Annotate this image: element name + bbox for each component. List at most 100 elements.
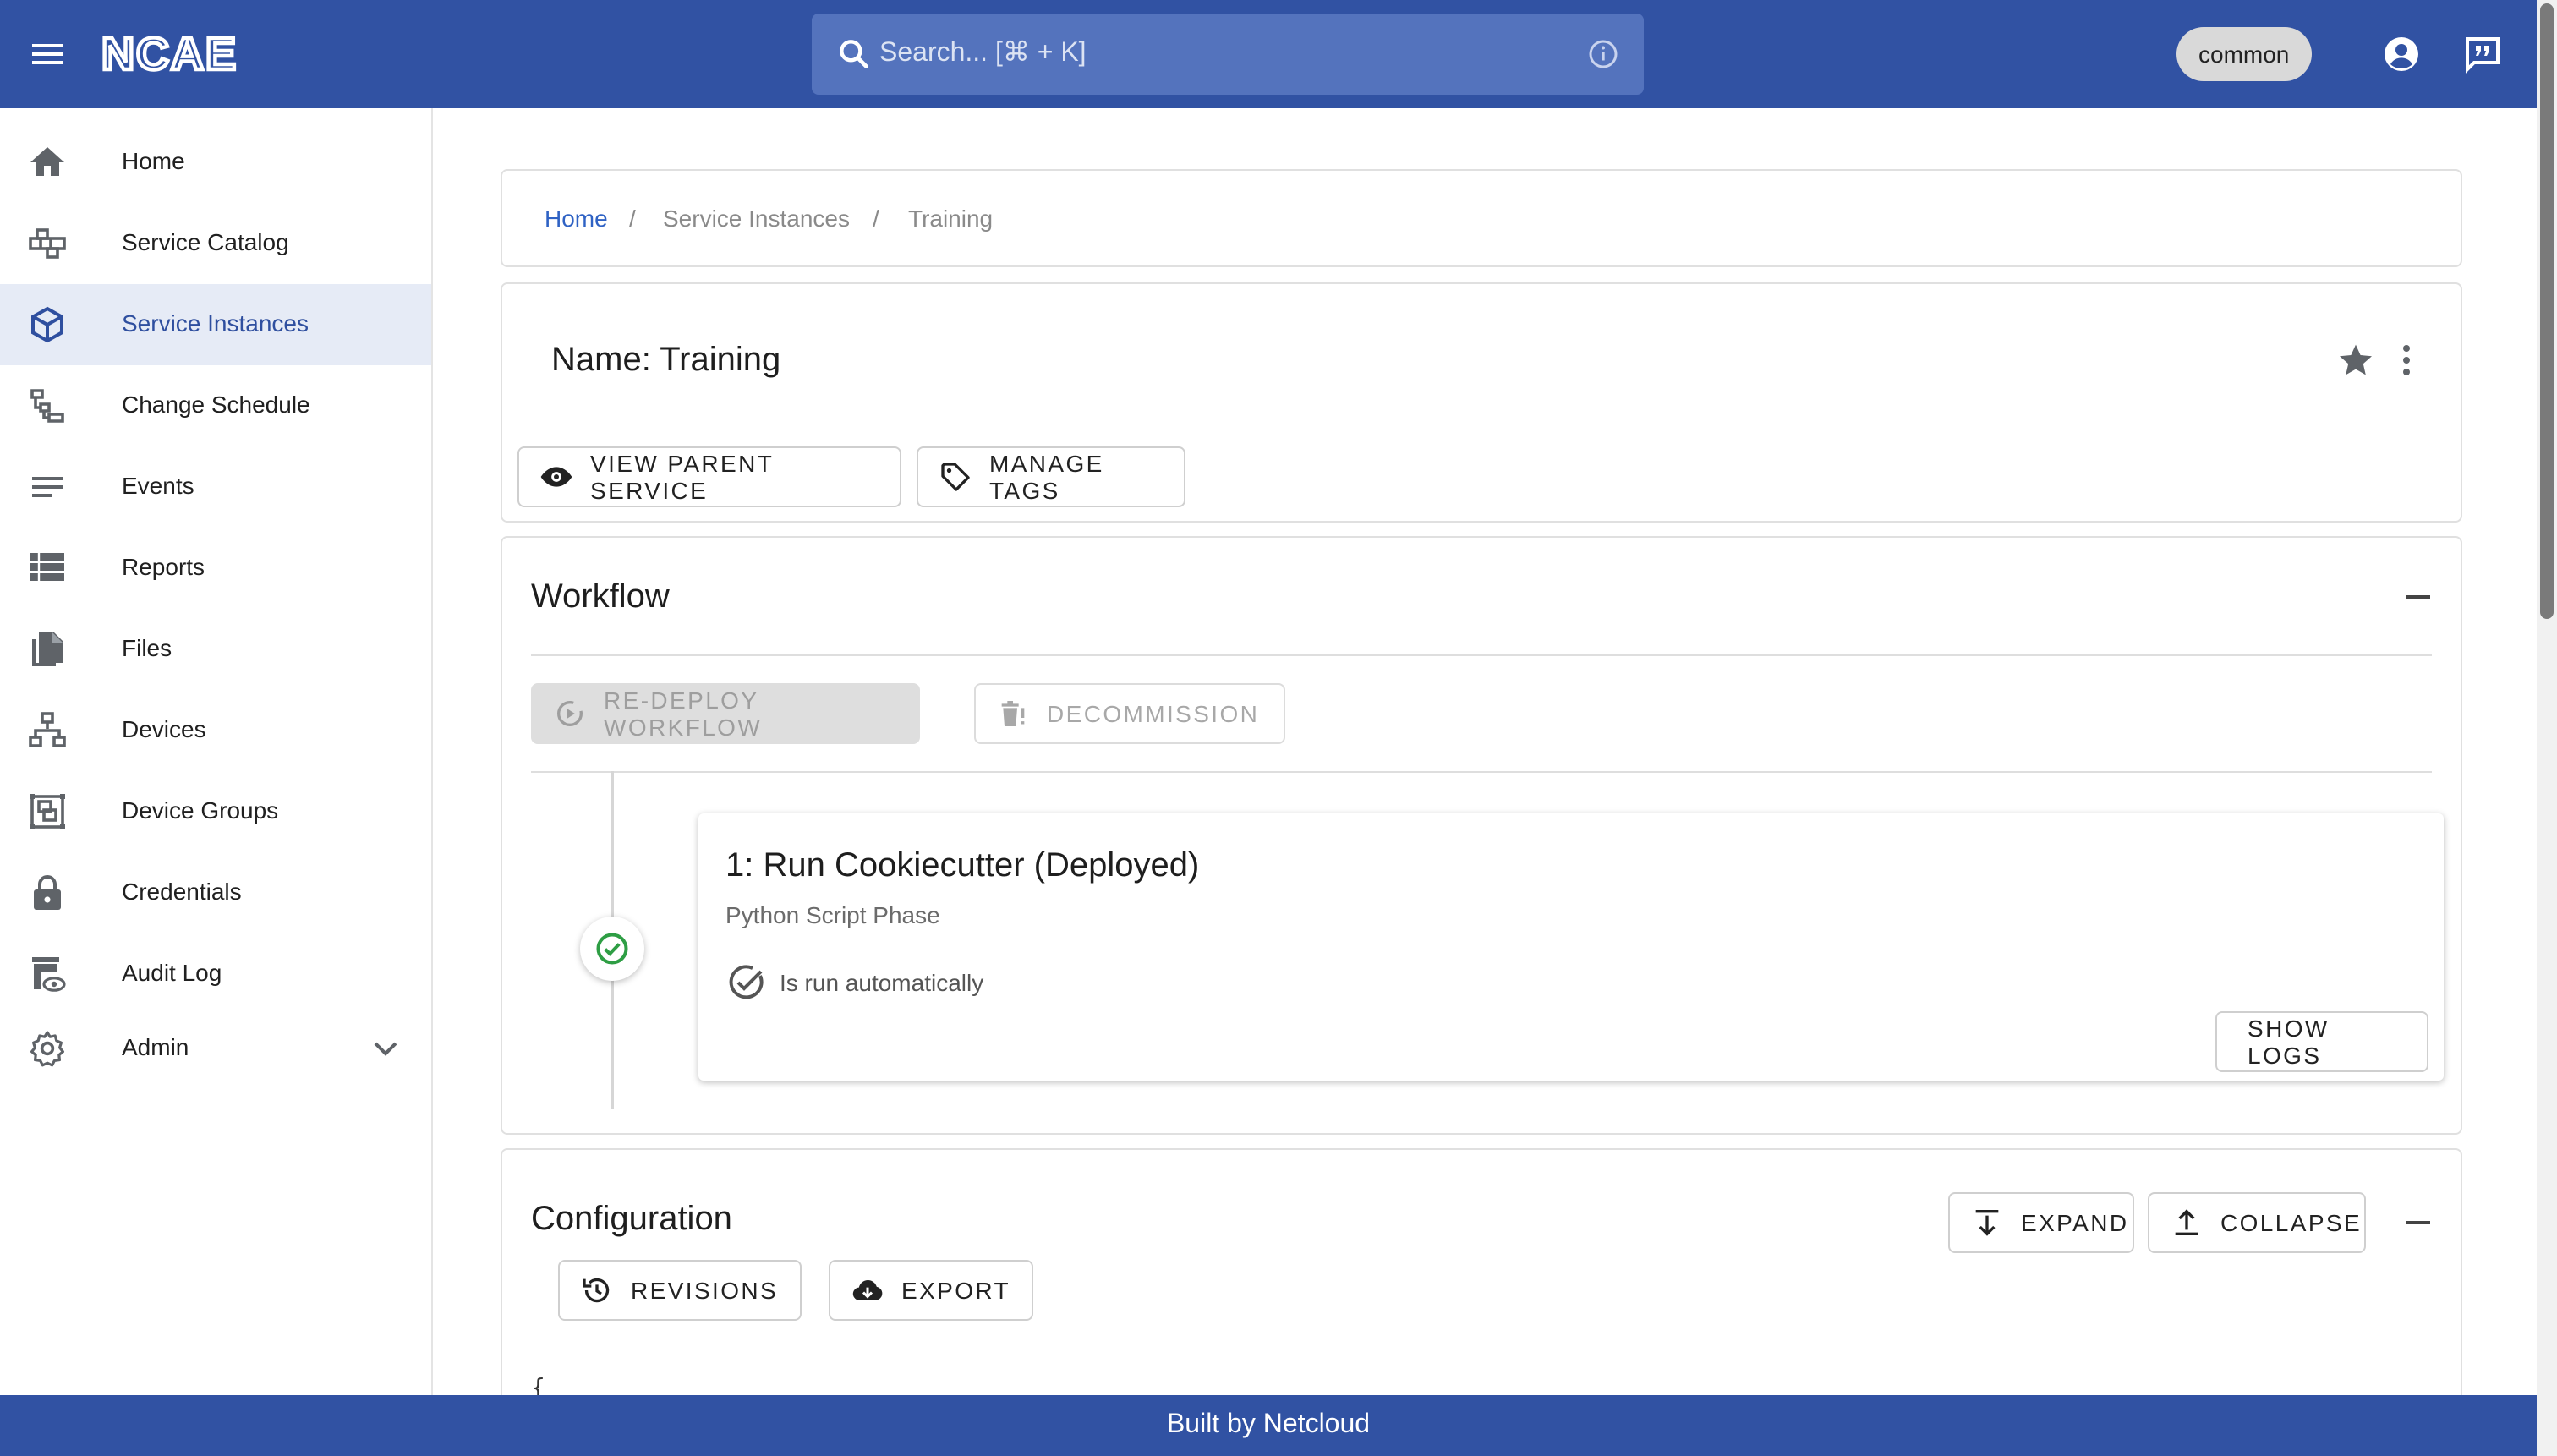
sidebar-item-files[interactable]: Files [0, 609, 431, 690]
search-input[interactable] [879, 14, 1522, 95]
account-circle-icon[interactable] [2381, 34, 2422, 74]
export-button[interactable]: EXPORT [829, 1260, 1033, 1321]
phase-type: Python Script Phase [725, 901, 940, 928]
catalog-icon [29, 228, 66, 259]
sidebar-item-home[interactable]: Home [0, 122, 431, 203]
redeploy-workflow-button[interactable]: RE-DEPLOY WORKFLOW [531, 683, 920, 744]
history-icon [583, 1278, 610, 1303]
breadcrumb-service-instances[interactable]: Service Instances [663, 205, 850, 232]
top-app-bar: NCAE common [0, 0, 2537, 108]
star-icon[interactable] [2335, 340, 2376, 380]
expand-all-icon [1975, 1210, 1999, 1236]
gear-icon [30, 1031, 64, 1067]
collapse-all-icon [2175, 1209, 2198, 1235]
sidebar-item-devices[interactable]: Devices [0, 690, 431, 771]
sidebar-item-label: Audit Log [122, 959, 222, 986]
divider [531, 771, 2432, 773]
sidebar-item-label: Events [122, 472, 194, 499]
page-title: Name: Training [551, 342, 781, 379]
lock-icon [34, 875, 61, 910]
redeploy-icon [557, 701, 583, 726]
sidebar: Home Service Catalog Service Instances C… [0, 108, 433, 1395]
feedback-icon[interactable] [2462, 34, 2503, 74]
footer: Built by Netcloud [0, 1395, 2537, 1456]
button-label: MANAGE TAGS [989, 450, 1104, 504]
sidebar-item-events[interactable]: Events [0, 446, 431, 528]
reports-icon [30, 553, 64, 581]
lines-icon [32, 477, 63, 497]
sidebar-item-credentials[interactable]: Credentials [0, 852, 431, 933]
breadcrumb: Home / Service Instances / Training [501, 169, 2462, 267]
cloud-download-icon [852, 1280, 883, 1300]
button-label: REVISIONS [631, 1277, 779, 1304]
workflow-phase-card: 1: Run Cookiecutter (Deployed) Python Sc… [698, 813, 2444, 1081]
chevron-down-icon[interactable] [365, 1028, 406, 1069]
sidebar-item-label: Reports [122, 553, 205, 580]
sidebar-item-label: Service Catalog [122, 228, 289, 255]
sidebar-item-reports[interactable]: Reports [0, 528, 431, 609]
sidebar-item-label: Service Instances [122, 309, 309, 337]
schedule-tree-icon [30, 389, 64, 423]
button-label: EXPAND [2021, 1209, 2129, 1236]
expand-button[interactable]: EXPAND [1948, 1192, 2134, 1253]
phase-status-dot [580, 917, 644, 981]
collapse-section-icon[interactable] [2398, 1202, 2439, 1243]
show-logs-button[interactable]: SHOW LOGS [2215, 1011, 2428, 1072]
collapse-button[interactable]: COLLAPSE [2148, 1192, 2366, 1253]
sidebar-item-label: Device Groups [122, 796, 279, 824]
view-parent-service-button[interactable]: VIEW PARENT SERVICE [517, 446, 901, 507]
phase-title: 1: Run Cookiecutter (Deployed) [725, 847, 1200, 884]
device-groups-icon [30, 794, 65, 829]
decommission-button[interactable]: DECOMMISSION [974, 683, 1285, 744]
files-icon [32, 632, 63, 666]
audit-log-icon [32, 957, 66, 992]
button-label: SHOW LOGS [2248, 1015, 2330, 1069]
search-bar[interactable] [812, 14, 1644, 95]
sidebar-item-change-schedule[interactable]: Change Schedule [0, 365, 431, 446]
sidebar-item-label: Files [122, 634, 172, 661]
sidebar-item-label: Home [122, 147, 185, 174]
more-vert-icon[interactable] [2386, 340, 2427, 380]
button-label: RE-DEPLOY WORKFLOW [604, 687, 763, 741]
sidebar-item-service-catalog[interactable]: Service Catalog [0, 203, 431, 284]
manage-tags-button[interactable]: MANAGE TAGS [917, 446, 1185, 507]
tag-icon [941, 463, 970, 491]
breadcrumb-separator: / [873, 205, 879, 232]
sidebar-item-label: Admin [122, 1033, 189, 1060]
button-label: EXPORT [901, 1277, 1011, 1304]
divider [531, 654, 2432, 656]
ncae-logo[interactable]: NCAE [101, 30, 284, 78]
logo-text: NCAE [101, 30, 238, 78]
delete-alert-icon [1001, 701, 1025, 726]
sidebar-item-label: Credentials [122, 878, 242, 905]
sidebar-item-audit-log[interactable]: Audit Log [0, 933, 431, 1015]
sidebar-item-label: Change Schedule [122, 391, 310, 418]
workflow-card: Workflow RE-DEPLOY WORKFLOW DECOMMISSION [501, 536, 2462, 1135]
home-icon [30, 147, 64, 176]
info-icon[interactable] [1586, 37, 1620, 71]
scrollbar-thumb[interactable] [2540, 3, 2554, 619]
revisions-button[interactable]: REVISIONS [558, 1260, 802, 1321]
button-label: VIEW PARENT SERVICE [590, 450, 774, 504]
search-icon [840, 40, 869, 69]
collapse-section-icon[interactable] [2398, 577, 2439, 617]
sidebar-item-admin[interactable]: Admin [0, 1008, 431, 1089]
sidebar-item-service-instances[interactable]: Service Instances [0, 284, 431, 365]
phase-auto-text: Is run automatically [780, 969, 984, 996]
sidebar-item-label: Devices [122, 715, 206, 742]
instance-header-card: Name: Training VIEW PARENT SERVICE MANAG… [501, 282, 2462, 523]
workflow-title: Workflow [531, 578, 670, 616]
breadcrumb-current: Training [908, 205, 994, 232]
tenant-chip[interactable]: common [2176, 27, 2312, 81]
configuration-title: Configuration [531, 1201, 732, 1238]
cube-icon [31, 306, 63, 343]
sidebar-item-device-groups[interactable]: Device Groups [0, 771, 431, 852]
button-label: DECOMMISSION [1047, 700, 1260, 727]
breadcrumb-home[interactable]: Home [545, 205, 608, 232]
check-circle-icon [596, 933, 628, 965]
menu-icon[interactable] [27, 34, 68, 74]
auto-run-icon [729, 965, 764, 999]
button-label: COLLAPSE [2220, 1209, 2363, 1236]
devices-icon [29, 712, 66, 747]
eye-icon [540, 467, 572, 487]
